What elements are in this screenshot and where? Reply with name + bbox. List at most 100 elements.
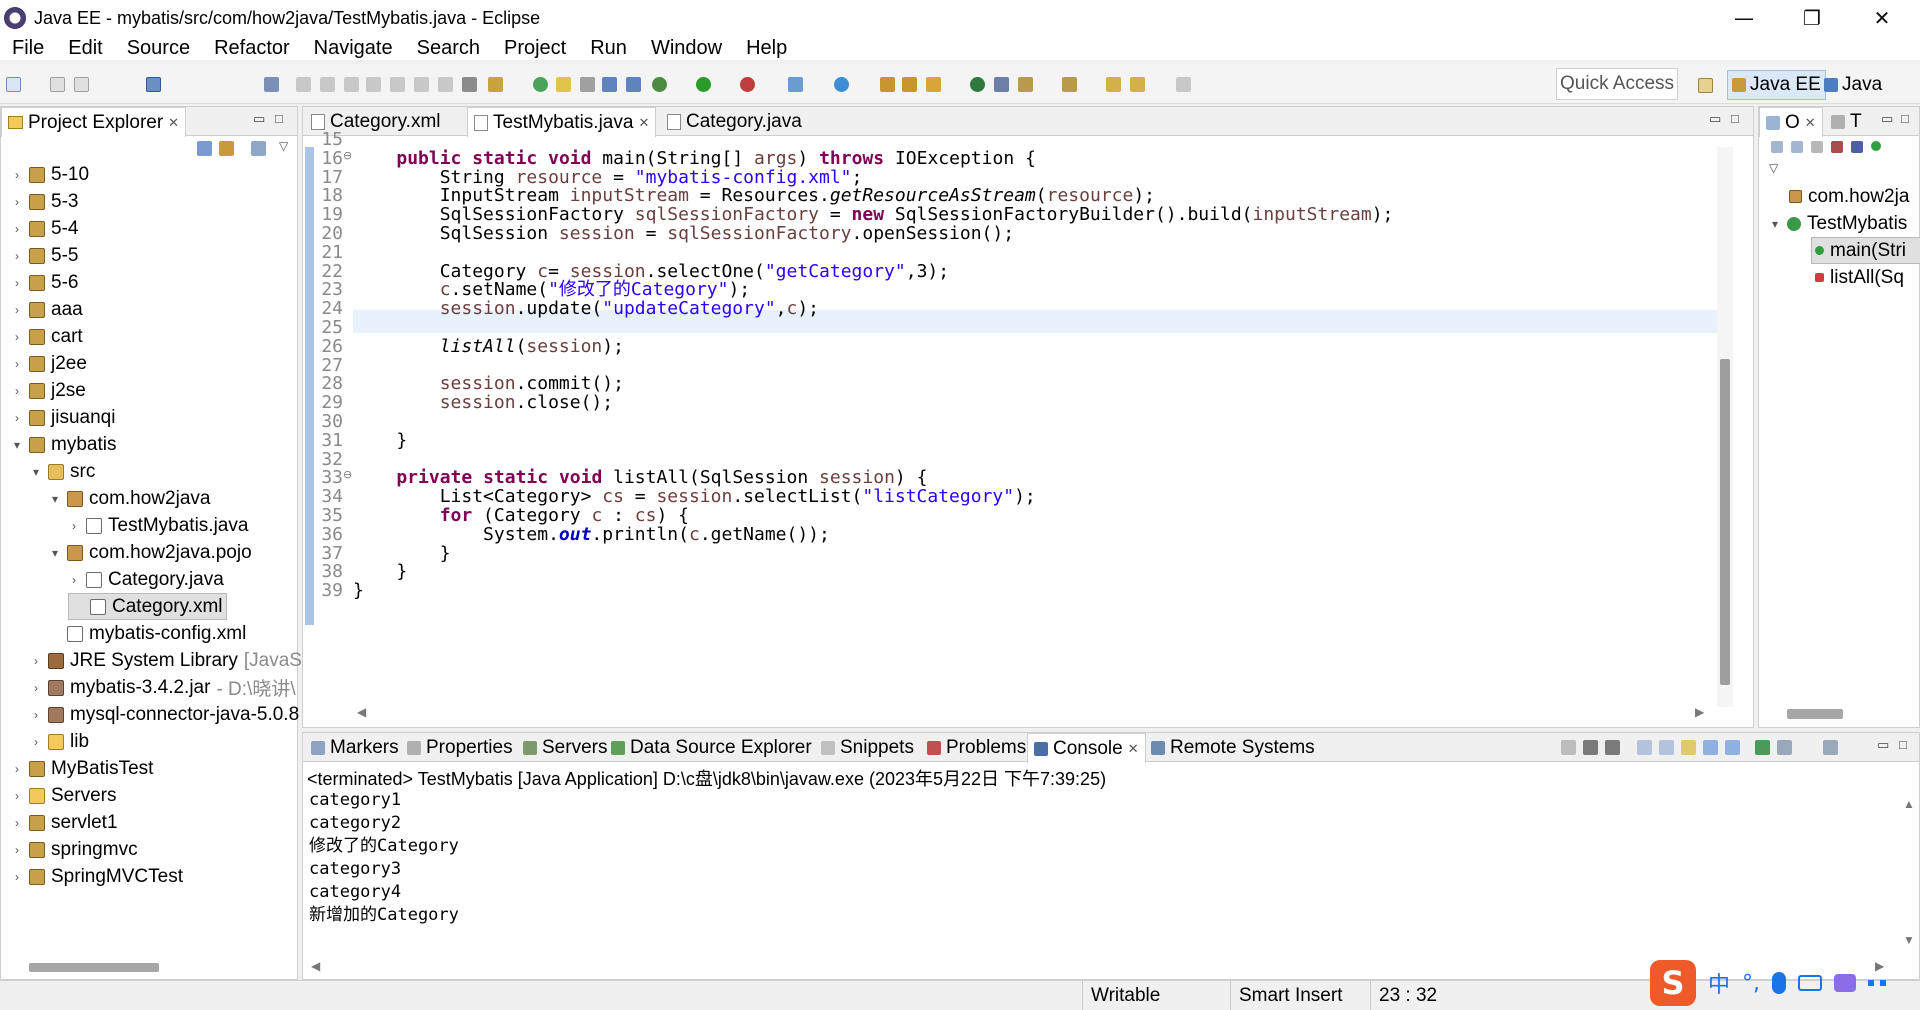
sogou-logo-icon[interactable]: S [1650,960,1696,1006]
tree-item-5-5[interactable]: › 5-5 [11,242,78,269]
horizontal-scrollbar[interactable] [29,963,159,972]
tree-item-mybatistest[interactable]: › MyBatisTest [11,755,153,782]
menu-file[interactable]: File [0,36,56,60]
outline-item-class[interactable]: ▾ TestMybatis [1769,210,1907,237]
keyboard-icon[interactable] [1798,975,1823,991]
new-server-icon[interactable] [788,77,803,92]
menu-refactor[interactable]: Refactor [202,36,302,60]
ime-punctuation-toggle[interactable]: °, [1742,971,1760,996]
tree-item-servlet1[interactable]: › servlet1 [11,809,118,836]
remove-all-terminated-icon[interactable] [1605,740,1620,755]
scroll-right-icon[interactable]: ▶ [1695,705,1704,719]
tree-item-mysql-connector-java-5-0-8[interactable]: › mysql-connector-java-5.0.8 [30,701,299,728]
drop-to-frame-icon[interactable] [462,77,477,92]
minimize-editor-icon[interactable]: ▭ [1709,111,1721,127]
pin-console-icon[interactable] [1755,740,1770,755]
tab-testmybatis-java[interactable]: TestMybatis.java ✕ [467,107,657,137]
step-over-icon[interactable] [414,77,429,92]
outline-tool-icon[interactable] [1771,141,1783,153]
search-icon[interactable] [926,77,941,92]
chevron-right-icon[interactable]: › [11,222,23,236]
chevron-right-icon[interactable]: › [30,654,42,668]
annotation-next-icon[interactable] [994,77,1009,92]
minimize-button[interactable]: — [1712,0,1776,36]
menu-window[interactable]: Window [639,36,734,60]
menu-source[interactable]: Source [115,36,202,60]
chevron-down-icon[interactable]: ▾ [49,492,61,506]
outline-item-main[interactable]: main(Stri [1811,237,1920,264]
open-type-icon[interactable] [880,77,895,92]
close-icon[interactable]: ✕ [1805,115,1816,131]
chevron-down-icon[interactable]: ▾ [30,465,42,479]
clear-console-icon[interactable] [1637,740,1652,755]
scroll-up-icon[interactable]: ▲ [1903,797,1915,811]
terminate-icon[interactable] [1561,740,1576,755]
tree-item-springmvc[interactable]: › springmvc [11,836,138,863]
hide-static-icon[interactable] [1831,141,1843,153]
menu-navigate[interactable]: Navigate [302,36,405,60]
save-all-icon[interactable] [74,77,89,92]
outline-item-package[interactable]: com.how2ja [1789,183,1909,210]
tree-item-j2se[interactable]: › j2se [11,377,86,404]
tree-item-5-6[interactable]: › 5-6 [11,269,78,296]
web-browser-icon[interactable] [970,77,985,92]
chevron-down-icon[interactable]: ▾ [49,546,61,560]
chevron-right-icon[interactable]: › [11,276,23,290]
editor-vertical-scrollbar[interactable] [1717,147,1733,707]
sort-icon[interactable] [1791,141,1803,153]
scroll-down-icon[interactable]: ▼ [1903,933,1915,947]
step-into-icon[interactable] [390,77,405,92]
chevron-right-icon[interactable]: › [68,573,80,587]
tab-snippets[interactable]: Snippets [815,733,920,762]
tree-item-category-java[interactable]: › Category.java [68,566,224,593]
chevron-right-icon[interactable]: › [30,681,42,695]
tree-item-5-10[interactable]: › 5-10 [11,161,89,188]
focus-on-active-task-icon[interactable] [251,141,266,156]
tree-item-j2ee[interactable]: › j2ee [11,350,87,377]
tree-item-5-3[interactable]: › 5-3 [11,188,78,215]
tree-item-mybatis-3-4-2-jar[interactable]: › mybatis-3.4.2.jar - D:\晓讲\ [30,674,296,701]
hide-local-types-icon[interactable] [1871,141,1881,151]
chevron-right-icon[interactable]: › [11,843,23,857]
annotation-prev-icon[interactable] [1018,77,1033,92]
tree-item-jre-system-library[interactable]: › JRE System Library [JavaSE [30,647,315,674]
fold-collapse-icon[interactable]: ⊖ [343,468,352,481]
tab-markers[interactable]: Markers [305,733,405,762]
tab-problems[interactable]: Problems [921,733,1032,762]
chevron-right-icon[interactable]: › [11,789,23,803]
show-whitespace-icon[interactable] [626,77,641,92]
chevron-right-icon[interactable]: › [11,195,23,209]
suspend-icon[interactable] [320,77,335,92]
tab-project-explorer[interactable]: Project Explorer ✕ [1,107,187,137]
tree-item-com-how2java-pojo[interactable]: ▾ com.how2java.pojo [49,539,252,566]
new-class-icon[interactable] [834,77,849,92]
tree-item-aaa[interactable]: › aaa [11,296,83,323]
quick-access-field[interactable]: Quick Access [1556,68,1678,100]
run-icon[interactable] [696,77,711,92]
external-tools-icon[interactable] [740,77,755,92]
tree-item-mybatis-config-xml[interactable]: mybatis-config.xml [49,620,246,647]
maximize-view-icon[interactable]: □ [275,111,283,126]
toggle-mark-icon[interactable] [580,77,595,92]
chevron-right-icon[interactable]: › [11,816,23,830]
tree-item-servers[interactable]: › Servers [11,782,116,809]
tree-item-lib[interactable]: › lib [30,728,89,755]
open-task-icon[interactable] [902,77,917,92]
show-on-stdout-icon[interactable] [1703,740,1718,755]
chevron-right-icon[interactable]: › [11,384,23,398]
tab-task-list[interactable]: T [1825,107,1868,136]
ime-menu-icon[interactable] [1868,974,1887,992]
open-console-icon[interactable] [1823,740,1838,755]
tab-console[interactable]: Console ✕ [1027,733,1146,763]
tree-item-category-xml[interactable]: Category.xml [68,593,227,620]
chevron-right-icon[interactable]: › [11,357,23,371]
chevron-right-icon[interactable]: › [68,519,80,533]
menu-edit[interactable]: Edit [56,36,114,60]
skip-breakpoints-icon[interactable] [264,77,279,92]
chevron-right-icon[interactable]: › [30,735,42,749]
tree-item-springmvctest[interactable]: › SpringMVCTest [11,863,183,890]
collapse-all-icon[interactable] [197,141,212,156]
menu-run[interactable]: Run [578,36,639,60]
chevron-right-icon[interactable]: › [11,762,23,776]
tab-remote-systems[interactable]: Remote Systems [1145,733,1321,762]
